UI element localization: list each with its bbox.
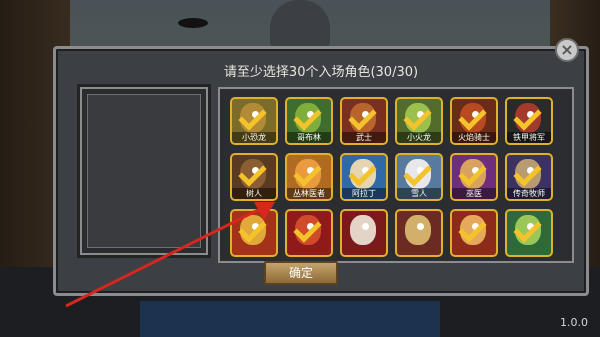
red-arrow-annotation: [65, 202, 275, 308]
